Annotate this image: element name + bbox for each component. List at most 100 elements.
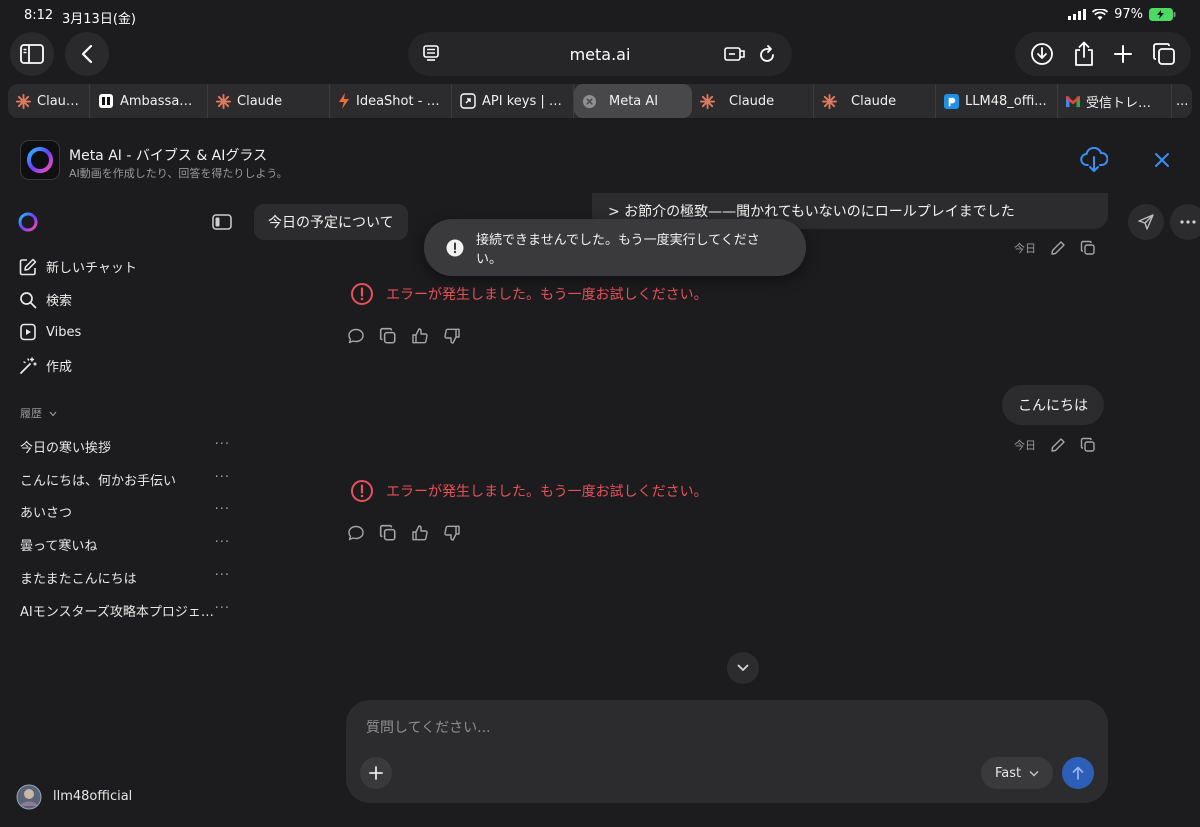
message-time: 今日 xyxy=(1014,439,1036,452)
history-item[interactable]: こんにちは、何かお手伝い ··· xyxy=(20,470,230,489)
copy-icon[interactable] xyxy=(1080,437,1096,453)
message-meta: 今日 xyxy=(1014,437,1096,453)
scroll-down-button[interactable] xyxy=(727,652,759,684)
send-button[interactable] xyxy=(1062,757,1094,789)
prompt-input[interactable] xyxy=(366,716,1066,740)
reload-icon[interactable] xyxy=(758,44,776,64)
tab-claude-1[interactable]: Claude xyxy=(8,84,90,118)
tab-gmail[interactable]: 受信トレイ (... xyxy=(1058,84,1172,118)
error-icon xyxy=(350,479,374,503)
address-bar[interactable]: meta.ai xyxy=(408,32,792,76)
error-message: エラーが発生しました。もう一度お試しください。 xyxy=(350,479,708,503)
edit-icon[interactable] xyxy=(1050,240,1066,256)
nav-search[interactable]: 検索 xyxy=(19,290,72,309)
tab-claude-4[interactable]: Claude xyxy=(814,84,936,118)
history-item[interactable]: AIモンスターズ攻略本プロジェクト ··· xyxy=(20,601,230,620)
url-text: meta.ai xyxy=(569,44,631,64)
connection-error-toast: 接続できませんでした。もう一度実行してください。 xyxy=(424,219,806,276)
sidebar-icon xyxy=(20,44,44,64)
status-time: 8:12 xyxy=(24,8,54,23)
thumbs-up-icon[interactable] xyxy=(411,524,429,542)
create-icon xyxy=(19,356,37,375)
composer: Fast xyxy=(346,700,1108,803)
meta-ai-logo-icon xyxy=(25,145,55,175)
thumbs-down-icon[interactable] xyxy=(443,327,461,345)
user-message-bubble: こんにちは xyxy=(1002,385,1104,425)
copy-icon[interactable] xyxy=(1080,240,1096,256)
more-horizontal-icon xyxy=(1180,220,1196,224)
nav-vibes[interactable]: Vibes xyxy=(19,323,81,341)
history-item[interactable]: 今日の寒い挨拶 ··· xyxy=(20,437,230,456)
more-tabs[interactable]: ... xyxy=(1172,84,1192,118)
nav-create[interactable]: 作成 xyxy=(19,356,72,375)
history-item[interactable]: 曇って寒いね ··· xyxy=(20,535,230,554)
reader-icon[interactable] xyxy=(422,45,440,63)
tab-ambassador[interactable]: Ambassado... xyxy=(90,84,208,118)
api-keys-icon xyxy=(460,93,476,109)
share-chat-button[interactable] xyxy=(1128,204,1164,240)
more-options-icon[interactable]: ··· xyxy=(215,502,230,521)
attach-button[interactable] xyxy=(360,757,392,789)
response-actions xyxy=(347,524,461,542)
claude-icon xyxy=(822,93,837,109)
search-icon xyxy=(19,291,37,309)
new-tab-icon[interactable] xyxy=(1113,44,1133,64)
vibes-icon xyxy=(19,323,37,341)
close-icon[interactable] xyxy=(582,94,597,109)
chat-title[interactable]: 今日の予定について xyxy=(254,204,408,240)
tab-llm48[interactable]: LLM48_offi... xyxy=(936,84,1058,118)
tab-claude-2[interactable]: Claude xyxy=(208,84,330,118)
collapse-sidebar-icon[interactable] xyxy=(212,213,232,231)
edit-icon[interactable] xyxy=(1050,437,1066,453)
username[interactable]: llm48official xyxy=(53,789,132,804)
copy-icon[interactable] xyxy=(379,327,397,345)
status-indicators: 97% xyxy=(1068,7,1176,22)
tab-claude-3[interactable]: Claude xyxy=(692,84,814,118)
battery-icon xyxy=(1149,8,1176,21)
comment-icon[interactable] xyxy=(347,524,365,542)
meta-ai-app-icon[interactable] xyxy=(20,140,60,180)
model-mode-select[interactable]: Fast xyxy=(981,757,1053,789)
history-item[interactable]: あいさつ ··· xyxy=(20,502,230,521)
tab-meta-ai[interactable]: Meta AI xyxy=(574,84,692,118)
history-item[interactable]: またまたこんにちは ··· xyxy=(20,568,230,587)
chevron-down-icon xyxy=(49,411,57,417)
chevron-down-icon xyxy=(1029,770,1039,777)
thumbs-up-icon[interactable] xyxy=(411,327,429,345)
nav-new-chat[interactable]: 新しいチャット xyxy=(19,257,137,276)
comment-icon[interactable] xyxy=(347,327,365,345)
tabs-overview-icon[interactable] xyxy=(1152,42,1176,66)
tab-ideashot[interactable]: IdeaShot - F... xyxy=(330,84,452,118)
error-message: エラーが発生しました。もう一度お試しください。 xyxy=(350,282,708,306)
history-header[interactable]: 履歴 xyxy=(20,405,57,421)
signal-icon xyxy=(1068,9,1087,20)
more-options-icon[interactable]: ··· xyxy=(215,470,230,489)
more-options-icon[interactable]: ··· xyxy=(215,437,230,456)
back-button[interactable] xyxy=(65,32,109,76)
meta-ai-logo[interactable] xyxy=(17,211,39,233)
tab-api-keys[interactable]: API keys | G... xyxy=(452,84,574,118)
copy-icon[interactable] xyxy=(379,524,397,542)
more-options-icon[interactable]: ··· xyxy=(215,568,230,587)
extension-icon[interactable] xyxy=(724,45,746,63)
battery-percent: 97% xyxy=(1114,7,1143,22)
tab-bar: Claude Ambassado... Claude IdeaShot - F.… xyxy=(8,84,1192,118)
ambassador-icon xyxy=(98,93,114,109)
more-options-icon[interactable]: ··· xyxy=(215,535,230,554)
send-icon xyxy=(1138,214,1154,230)
banner-close-icon[interactable] xyxy=(1154,152,1170,168)
cloud-download-icon[interactable] xyxy=(1080,147,1108,173)
more-options-icon[interactable]: ··· xyxy=(215,601,230,620)
chevron-left-icon xyxy=(81,44,93,64)
share-icon[interactable] xyxy=(1073,41,1095,67)
avatar[interactable] xyxy=(16,784,42,810)
claude-icon xyxy=(216,93,231,109)
sidebar-toggle-button[interactable] xyxy=(10,32,54,76)
thumbs-down-icon[interactable] xyxy=(443,524,461,542)
plus-icon xyxy=(369,766,383,780)
status-date: 3月13日(金) xyxy=(62,12,136,27)
chevron-down-icon xyxy=(737,664,749,672)
app-banner-subtitle: AI動画を作成したり、回答を得たりしよう。 xyxy=(69,167,288,180)
download-icon[interactable] xyxy=(1030,42,1054,66)
chat-more-button[interactable] xyxy=(1170,204,1200,240)
